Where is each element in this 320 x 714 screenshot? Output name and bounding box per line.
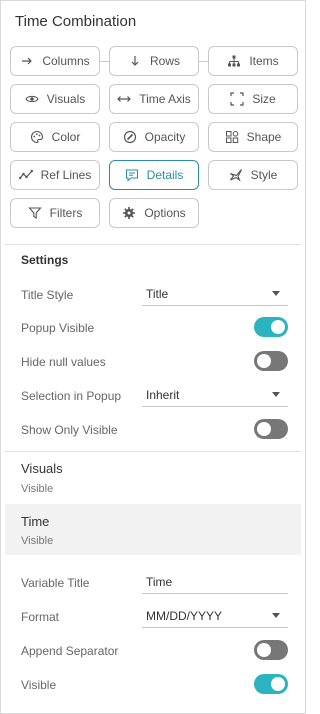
line-chart-icon: [18, 168, 33, 182]
divider: [5, 244, 301, 245]
time-axis-label: Time Axis: [139, 92, 191, 106]
chevron-down-icon: [272, 392, 280, 397]
columns-button[interactable]: Columns: [10, 46, 100, 76]
visuals-group-subtitle: Visible: [21, 483, 54, 495]
toggle-knob: [271, 320, 285, 334]
settings-heading: Settings: [21, 253, 69, 267]
divider: [5, 451, 301, 452]
title-style-label: Title Style: [21, 288, 74, 302]
popup-visible-label: Popup Visible: [21, 321, 95, 335]
append-separator-label: Append Separator: [21, 644, 119, 658]
arrow-down-icon: [128, 54, 142, 68]
shape-label: Shape: [246, 130, 282, 144]
opacity-label: Opacity: [144, 130, 186, 144]
panel-title: Time Combination: [15, 13, 137, 30]
connector: [199, 61, 208, 62]
popup-visible-toggle[interactable]: [254, 317, 288, 337]
hide-null-toggle[interactable]: [254, 351, 288, 371]
items-label: Items: [249, 54, 279, 68]
filters-label: Filters: [49, 206, 83, 220]
details-label: Details: [146, 168, 184, 182]
brush-icon: [229, 168, 243, 182]
filters-button[interactable]: Filters: [10, 198, 100, 228]
properties-panel: Time Combination Columns Rows Items Visu…: [0, 0, 306, 714]
toggle-knob: [257, 643, 271, 657]
selection-popup-label: Selection in Popup: [21, 389, 122, 403]
title-style-select[interactable]: Title: [142, 282, 288, 306]
hide-null-label: Hide null values: [21, 355, 106, 369]
ref-lines-button[interactable]: Ref Lines: [10, 160, 100, 190]
size-label: Size: [252, 92, 276, 106]
hierarchy-icon: [227, 54, 241, 68]
selection-popup-value: Inherit: [146, 387, 180, 402]
opacity-icon: [123, 130, 137, 144]
shape-button[interactable]: Shape: [208, 122, 298, 152]
variable-title-input[interactable]: Time: [142, 570, 288, 594]
rows-button[interactable]: Rows: [109, 46, 199, 76]
append-separator-toggle[interactable]: [254, 640, 288, 660]
ref-lines-label: Ref Lines: [40, 168, 92, 182]
show-only-visible-toggle[interactable]: [254, 419, 288, 439]
toggle-knob: [257, 422, 271, 436]
chevron-down-icon: [272, 613, 280, 618]
details-button[interactable]: Details: [109, 160, 199, 190]
filter-icon: [27, 206, 42, 220]
variable-title-label: Variable Title: [21, 576, 90, 590]
toggle-knob: [257, 354, 271, 368]
palette-icon: [30, 130, 44, 144]
time-group-row[interactable]: [5, 504, 301, 555]
color-label: Color: [51, 130, 81, 144]
visible-toggle[interactable]: [254, 674, 288, 694]
gear-icon: [122, 206, 136, 220]
visible-label: Visible: [21, 678, 57, 692]
color-button[interactable]: Color: [10, 122, 100, 152]
show-only-visible-label: Show Only Visible: [21, 423, 118, 437]
visuals-group-title[interactable]: Visuals: [21, 461, 63, 476]
format-value: MM/DD/YYYY: [146, 608, 223, 623]
shapes-icon: [225, 130, 239, 144]
rows-label: Rows: [149, 54, 180, 68]
size-button[interactable]: Size: [208, 84, 298, 114]
title-style-value: Title: [146, 286, 169, 301]
format-label: Format: [21, 610, 60, 624]
options-button[interactable]: Options: [109, 198, 199, 228]
arrow-right-icon: [20, 54, 34, 68]
items-button[interactable]: Items: [208, 46, 298, 76]
eye-icon: [25, 92, 39, 106]
selection-popup-select[interactable]: Inherit: [142, 383, 288, 407]
toggle-knob: [271, 677, 285, 691]
time-axis-button[interactable]: Time Axis: [109, 84, 199, 114]
visuals-label: Visuals: [46, 92, 86, 106]
time-group-subtitle: Visible: [21, 535, 54, 547]
style-label: Style: [250, 168, 278, 182]
columns-label: Columns: [42, 54, 90, 68]
style-button[interactable]: Style: [208, 160, 298, 190]
comment-icon: [125, 168, 139, 182]
options-label: Options: [144, 206, 186, 220]
opacity-button[interactable]: Opacity: [109, 122, 199, 152]
connector: [100, 61, 109, 62]
resize-icon: [230, 92, 244, 106]
double-arrow-icon: [117, 92, 132, 106]
chevron-down-icon: [272, 291, 280, 296]
format-select[interactable]: MM/DD/YYYY: [142, 604, 288, 628]
visuals-button[interactable]: Visuals: [10, 84, 100, 114]
time-group-title[interactable]: Time: [21, 514, 49, 529]
